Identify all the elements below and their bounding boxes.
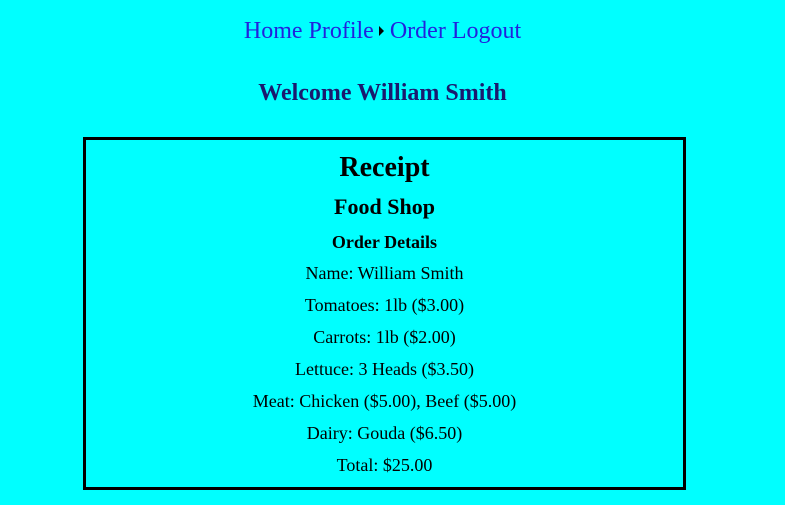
receipt-box: Receipt Food Shop Order Details Name: Wi… [83,137,686,490]
receipt-line-total: Total: $25.00 [336,455,433,475]
receipt-lines: Name: William Smith Tomatoes: 1lb ($3.00… [86,262,683,486]
nav-logout-link[interactable]: Logout [452,18,521,44]
caret-right-icon[interactable] [378,26,384,37]
welcome-heading: Welcome William Smith [258,80,507,106]
order-details-heading: Order Details [331,232,438,252]
page: Home Profile Order Logout Welcome William… [0,0,785,505]
shop-name: Food Shop [334,194,435,219]
receipt-line-carrots: Carrots: 1lb ($2.00) [313,327,456,347]
receipt-line-dairy: Dairy: Gouda ($6.50) [306,423,463,443]
top-nav: Home Profile Order Logout [0,16,765,46]
receipt-line-name: Name: William Smith [305,263,464,283]
receipt-line-tomatoes: Tomatoes: 1lb ($3.00) [304,295,465,315]
receipt-line-meat: Meat: Chicken ($5.00), Beef ($5.00) [252,391,517,411]
receipt-title: Receipt [339,152,430,183]
nav-home-link[interactable]: Home [244,18,303,44]
nav-order-link[interactable]: Order [390,18,446,44]
nav-profile-link[interactable]: Profile [309,18,374,44]
receipt-line-lettuce: Lettuce: 3 Heads ($3.50) [295,359,474,379]
